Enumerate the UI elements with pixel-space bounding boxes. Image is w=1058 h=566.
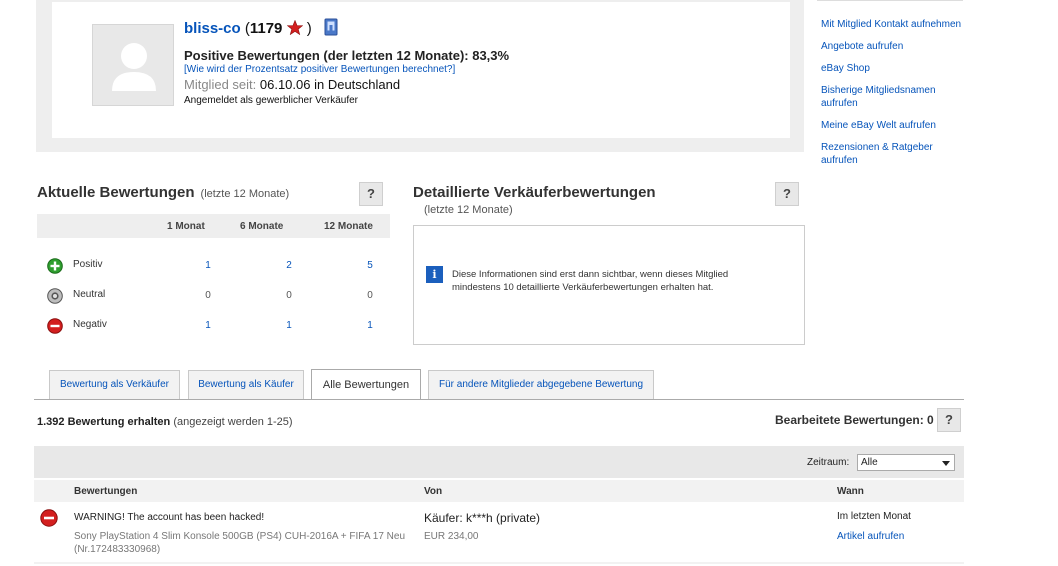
positive-percentage: Positive Bewertungen (der letzten 12 Mon… [184, 48, 510, 63]
view-listings-link[interactable]: Angebote aufrufen [821, 40, 963, 53]
period-label: Zeitraum: [807, 457, 850, 468]
profile-panel: bliss-co (1179 ) Positive Bewertungen (d… [36, 0, 804, 152]
detailed-ratings-box: i Diese Informationen sind erst dann sic… [413, 225, 805, 345]
feedback-list-header: Bewertungen Von Wann [34, 480, 964, 502]
detailed-ratings-subtitle: (letzte 12 Monate) [424, 204, 513, 216]
detailed-ratings-help-button[interactable]: ? [775, 182, 799, 206]
how-calculated-link[interactable]: [Wie wird der Prozentsatz positiver Bewe… [184, 64, 455, 75]
negative-6-months[interactable]: 1 [279, 320, 299, 331]
edited-ratings-count: Bearbeitete Bewertungen: 0 [775, 413, 934, 427]
avatar [92, 24, 174, 106]
feedback-entry: WARNING! The account has been hacked! So… [34, 502, 964, 564]
tab-buyer-ratings[interactable]: Bewertung als Käufer [188, 370, 304, 399]
reviews-guides-link[interactable]: Rezensionen & Ratgeber aufrufen [821, 141, 963, 167]
neutral-icon [47, 288, 63, 304]
positive-label: Positiv [73, 259, 103, 270]
neutral-1-month: 0 [205, 290, 211, 301]
current-ratings-help-button[interactable]: ? [359, 182, 383, 206]
period-select-value: Alle [861, 457, 878, 468]
star-icon [286, 19, 303, 36]
col-1-month: 1 Monat [167, 221, 205, 232]
neutral-6-months: 0 [286, 290, 292, 301]
username-link[interactable]: bliss-co [184, 20, 241, 37]
tab-seller-ratings[interactable]: Bewertung als Verkäufer [49, 370, 180, 399]
detailed-ratings-info: Diese Informationen sind erst dann sicht… [452, 269, 729, 293]
member-since-label: Mitglied seit: [184, 77, 257, 92]
neutral-label: Neutral [73, 289, 106, 300]
negative-icon [40, 509, 58, 527]
ratings-table-header: 1 Monat 6 Monate 12 Monate [37, 214, 390, 238]
ratings-row-neutral: Neutral 0 0 0 [37, 286, 390, 310]
contact-member-link[interactable]: Mit Mitglied Kontakt aufnehmen [821, 18, 963, 31]
shown-range: (angezeigt werden 1-25) [173, 416, 293, 428]
negative-label: Negativ [73, 319, 107, 330]
view-item-link[interactable]: Artikel aufrufen [837, 531, 904, 542]
neutral-12-months: 0 [367, 290, 373, 301]
received-summary: 1.392 Bewertung erhalten (angezeigt werd… [37, 416, 293, 428]
col-from: Von [424, 486, 443, 497]
ratings-row-positive: Positiv 1 2 5 [37, 256, 390, 280]
positive-1-month[interactable]: 1 [198, 260, 218, 271]
negative-12-months[interactable]: 1 [360, 320, 380, 331]
positive-6-months[interactable]: 2 [279, 260, 299, 271]
user-placeholder-icon [112, 43, 156, 91]
col-comment: Bewertungen [74, 486, 138, 497]
chevron-down-icon [942, 461, 950, 466]
score-close-paren: ) [306, 20, 312, 37]
positive-icon [47, 258, 63, 274]
current-ratings-heading: Aktuelle Bewertungen [37, 184, 195, 201]
current-ratings-subtitle: (letzte 12 Monate) [200, 188, 290, 200]
current-ratings-title: Aktuelle Bewertungen (letzte 12 Monate) [37, 184, 289, 201]
seller-type: Angemeldet als gewerblicher Verkäufer [184, 95, 358, 106]
filter-bar: Zeitraum: Alle [34, 446, 964, 478]
negative-icon [47, 318, 63, 334]
edited-ratings-help-button[interactable]: ? [937, 408, 961, 432]
feedback-price: EUR 234,00 [424, 531, 479, 542]
received-count: 1.392 Bewertung erhalten [37, 416, 171, 428]
feedback-score[interactable]: 1179 [250, 20, 283, 37]
tab-divider [34, 399, 964, 400]
username-line: bliss-co (1179 ) [184, 18, 338, 37]
positive-12-months[interactable]: 5 [360, 260, 380, 271]
previous-usernames-link[interactable]: Bisherige Mitgliedsnamen aufrufen [821, 84, 963, 110]
profile-card: bliss-co (1179 ) Positive Bewertungen (d… [52, 2, 790, 138]
ebay-shop-link[interactable]: eBay Shop [821, 62, 963, 75]
feedback-from: Käufer: k***h (private) [424, 511, 541, 525]
ebay-shop-icon[interactable] [324, 18, 338, 36]
period-select[interactable]: Alle [857, 454, 955, 471]
info-icon: i [426, 266, 443, 283]
feedback-when: Im letzten Monat [837, 511, 911, 522]
member-since: Mitglied seit: 06.10.06 in Deutschland [184, 77, 400, 92]
feedback-item-title: Sony PlayStation 4 Slim Konsole 500GB (P… [74, 531, 406, 555]
col-6-months: 6 Monate [240, 221, 284, 232]
tab-all-ratings[interactable]: Alle Bewertungen [311, 369, 421, 400]
my-world-link[interactable]: Meine eBay Welt aufrufen [821, 119, 963, 132]
detailed-ratings-title: Detaillierte Verkäuferbewertungen [413, 184, 656, 201]
feedback-comment: WARNING! The account has been hacked! [74, 512, 265, 523]
negative-1-month[interactable]: 1 [198, 320, 218, 331]
col-when: Wann [837, 486, 864, 497]
right-links-panel: Mit Mitglied Kontakt aufnehmen Angebote … [817, 0, 963, 176]
tab-ratings-given[interactable]: Für andere Mitglieder abgegebene Bewertu… [428, 370, 654, 399]
member-since-value: 06.10.06 in Deutschland [259, 77, 401, 92]
ratings-row-negative: Negativ 1 1 1 [37, 316, 390, 340]
col-12-months: 12 Monate [324, 221, 373, 232]
